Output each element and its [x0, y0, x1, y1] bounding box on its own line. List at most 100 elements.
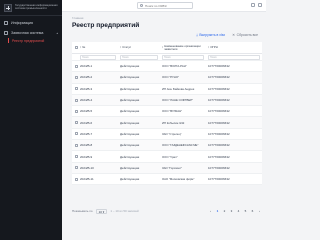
per-page-value: 10 [98, 209, 102, 214]
filter-name-input[interactable]: Поиск [162, 55, 204, 60]
brand-text: Государственная информационная система п… [15, 4, 58, 10]
cell-num: 2024/В-9 [80, 154, 93, 159]
cell-num: 2024/В-1 [80, 64, 93, 69]
page-button-6[interactable]: 6 [250, 209, 255, 213]
cell-ogrn: 1077760006632 [208, 131, 230, 136]
search-box[interactable] [137, 2, 193, 9]
topbar [62, 0, 266, 12]
sort-icon: ↕ [162, 45, 164, 49]
cell-ogrn: 1077760006632 [208, 165, 230, 170]
col-header-num-label: № [82, 45, 86, 49]
col-header-status[interactable]: ↕ Статус [118, 42, 160, 53]
folder-icon [4, 30, 8, 35]
chevron-up-icon: ▴ [56, 30, 58, 35]
cell-num: 2024/В-4 [80, 98, 93, 103]
cell-status: Действующая [120, 64, 140, 69]
table-row[interactable]: 2024/В-7 Действующая ЗАО "Стрелец" 10777… [72, 128, 262, 141]
cell-name: ООО "ЛАНЕ СОФТВЕР" [162, 98, 194, 103]
cell-num: 2024/В-10 [80, 165, 94, 170]
cell-num: 2024/В-2 [80, 75, 93, 80]
filter-status: Поиск [118, 54, 160, 60]
filter-status-input[interactable]: Поиск [120, 55, 158, 60]
search-input[interactable] [145, 3, 192, 8]
cell-status: Действующая [120, 143, 140, 148]
cell-name: ЗАО "Горизонт" [162, 165, 183, 170]
page-button-4[interactable]: 4 [236, 209, 241, 213]
page-title: Реестр предприятий [72, 22, 140, 29]
cell-num: 2024/В-5 [80, 109, 93, 114]
cell-status: Действующая [120, 120, 140, 125]
app-root: Государственная информационная система п… [0, 0, 266, 240]
sort-icon: ↕ [120, 45, 122, 49]
page-button-5[interactable]: 5 [243, 209, 248, 213]
filter-ogrn-input[interactable]: Поиск [208, 55, 260, 60]
cell-status: Действующая [120, 131, 140, 136]
breadcrumb[interactable]: Главная [72, 16, 83, 20]
sidebar-item-label: Заявочная система [11, 30, 44, 35]
cell-name: ИП Ака. Байкова Андрея [162, 86, 195, 91]
registry-table: ↕ № ↕ Статус ↕ Наименование организации … [72, 42, 262, 186]
cell-status: Действующая [120, 109, 140, 114]
table-row[interactable]: 2024/В-2 Действующая ООО "РУНО" 10777600… [72, 72, 262, 84]
cell-ogrn: 1077760006632 [208, 86, 230, 91]
page-button-2[interactable]: 2 [222, 209, 227, 213]
prev-page-button[interactable]: ‹ [208, 209, 213, 213]
col-header-num[interactable]: ↕ № [78, 42, 118, 53]
cell-name: ЗАО "Стрелец" [162, 131, 182, 136]
per-page-label: Показывать по [72, 209, 93, 213]
col-header-ogrn-label: ОГРН [210, 45, 218, 49]
table-body: 2024/В-1 Действующая ООО "ВОЛГА-РАН" 107… [72, 61, 262, 186]
pagination-bar: Показывать по 10 ▾ 1 – 10 из 50 записей … [72, 206, 262, 216]
cell-name: ОАО "Московская фирм" [162, 177, 195, 182]
filter-row: Поиск Поиск Поиск Поиск [72, 54, 262, 61]
cell-name: ООО "ГАЗДЕНЕФСКАЯ МЕ" [162, 143, 199, 148]
table-row[interactable]: 2024/В-10 Действующая ЗАО "Горизонт" 107… [72, 162, 262, 174]
table-header: ↕ № ↕ Статус ↕ Наименование организации … [72, 42, 262, 54]
cell-status: Действующая [120, 75, 140, 80]
cell-ogrn: 1077760006632 [208, 120, 230, 125]
table-row[interactable]: 2024/В-3 Действующая ИП Ака. Байкова Анд… [72, 83, 262, 95]
per-page-select[interactable]: 10 ▾ [95, 208, 108, 214]
export-xlsx-button[interactable]: ⤓ Выгрузить в xlsx [194, 32, 227, 38]
table-row[interactable]: 2024/В-6 Действующая ИП Кобылин ЖЖ 10777… [72, 117, 262, 129]
sidebar-item-info[interactable]: Информация [0, 19, 62, 26]
page-button-1[interactable]: 1 [215, 209, 220, 213]
table-row[interactable]: 2024/В-9 Действующая ООО "Урал" 10777600… [72, 151, 262, 163]
cell-name: ИП Кобылин ЖЖ [162, 120, 185, 125]
sidebar-item-label: Информация [11, 20, 34, 25]
sort-icon: ↕ [208, 45, 210, 49]
table-row[interactable]: 2024/В-4 Действующая ООО "ЛАНЕ СОФТВЕР" … [72, 94, 262, 107]
cell-name: ООО "РУНО" [162, 75, 180, 80]
table-row[interactable]: 2024/В-5 Действующая ООО "ВУЛКАН" 107776… [72, 106, 262, 118]
toolbar-actions: ⤓ Выгрузить в xlsx ✕ Сбросить все [194, 32, 260, 38]
cell-ogrn: 1077760006632 [208, 177, 230, 182]
table-row[interactable]: 2024/В-1 Действующая ООО "ВОЛГА-РАН" 107… [72, 61, 262, 73]
download-icon: ⤓ [196, 33, 198, 37]
user-icon[interactable] [258, 3, 262, 7]
col-header-ogrn[interactable]: ↕ ОГРН [206, 42, 262, 53]
filter-name: Поиск [160, 54, 206, 60]
page-button-3[interactable]: 3 [229, 209, 234, 213]
cell-ogrn: 1077760006632 [208, 64, 230, 69]
reset-all-label: Сбросить все [236, 33, 258, 37]
reset-all-button[interactable]: ✕ Сбросить все [230, 32, 260, 38]
cell-ogrn: 1077760006632 [208, 154, 230, 159]
records-range: 1 – 10 из 50 записей [110, 209, 139, 213]
cell-num: 2024/В-7 [80, 131, 93, 136]
cell-status: Действующая [120, 98, 140, 103]
cell-name: ООО "Урал" [162, 154, 178, 159]
brand-logo-icon [4, 4, 12, 12]
filter-num-input[interactable]: Поиск [80, 55, 116, 60]
col-header-name-label: Наименование организации заявителя [164, 43, 201, 51]
filter-num: Поиск [78, 54, 118, 60]
next-page-button[interactable]: › [257, 209, 262, 213]
search-icon [140, 4, 143, 7]
sidebar-subitem-registry[interactable]: Реестр предприятий [8, 37, 60, 44]
table-row[interactable]: 2024/В-8 Действующая ООО "ГАЗДЕНЕФСКАЯ М… [72, 140, 262, 152]
col-header-name[interactable]: ↕ Наименование организации заявителя [160, 42, 206, 53]
table-row[interactable]: 2024/В-11 Действующая ОАО "Московская фи… [72, 173, 262, 186]
sidebar-item-application-system[interactable]: Заявочная система ▴ [0, 29, 62, 36]
cell-status: Действующая [120, 154, 140, 159]
notification-icon[interactable] [251, 3, 255, 7]
brand[interactable]: Государственная информационная система п… [0, 0, 62, 16]
